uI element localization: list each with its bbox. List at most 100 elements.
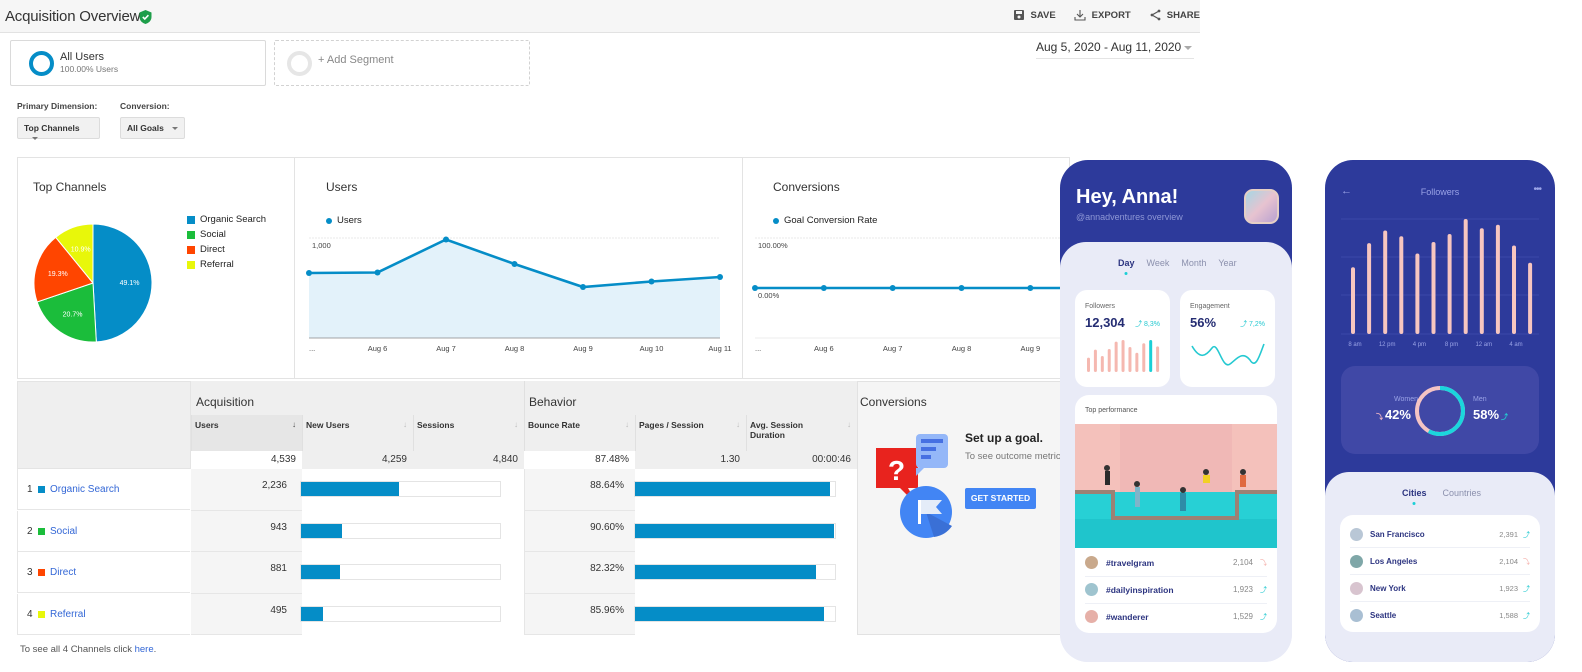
see-all-link[interactable]: here — [135, 644, 154, 655]
data-point[interactable] — [306, 270, 312, 276]
engagement-sparkline — [1191, 343, 1265, 366]
city-row[interactable]: San Francisco 2,391 ⤴ — [1350, 521, 1530, 548]
more-options-icon[interactable]: ••• — [1533, 184, 1541, 195]
top-channels-pie: 49.1% 20.7% 19.3% 10.9% — [33, 223, 153, 343]
city-row[interactable]: Los Angeles 2,104 ⤵ — [1350, 548, 1530, 575]
sort-arrow-icon: ↓ — [847, 420, 851, 429]
location-tab-countries[interactable]: Countries — [1443, 488, 1482, 498]
share-label: SHARE — [1166, 9, 1200, 21]
bounce-rate-fill — [635, 523, 834, 538]
follower-bar[interactable] — [1512, 245, 1516, 334]
report-header: Acquisition Overview SAVE EXPORT SHARE — [0, 0, 1200, 33]
channel-link[interactable]: Social — [50, 526, 77, 537]
get-started-button[interactable]: GET STARTED — [965, 488, 1036, 509]
hashtag-row[interactable]: #wanderer 1,529 ⤴ — [1085, 604, 1267, 631]
city-row[interactable]: New York 1,923 ⤴ — [1350, 575, 1530, 602]
city-row[interactable]: Seattle 1,588 ⤴ — [1350, 602, 1530, 629]
follower-bar[interactable] — [1479, 228, 1484, 334]
add-segment-label: + Add Segment — [318, 54, 394, 66]
followers-screen-title: Followers — [1420, 187, 1460, 197]
see-all-text: To see all 4 Channels click — [20, 644, 135, 655]
mini-bar — [1149, 340, 1153, 372]
channel-link[interactable]: Organic Search — [50, 484, 119, 495]
data-point[interactable] — [648, 278, 655, 285]
follower-bar[interactable] — [1528, 262, 1533, 334]
data-point[interactable] — [1027, 285, 1034, 291]
data-point[interactable] — [820, 285, 827, 291]
conversion-select[interactable]: All Goals — [120, 117, 185, 139]
location-tab-cities[interactable]: Cities — [1402, 488, 1427, 498]
channels-table: Acquisition Behavior Users ↓ 4,539 New User… — [17, 381, 857, 635]
data-point[interactable] — [443, 236, 449, 243]
save-icon — [1013, 10, 1024, 20]
follower-bar[interactable] — [1447, 233, 1452, 334]
mini-bar — [1135, 352, 1139, 372]
pie-legend-item: Social — [187, 229, 226, 240]
column-header-users[interactable]: Users ↓ — [191, 415, 302, 451]
bounce-rate-fill — [635, 565, 816, 579]
period-tab-day[interactable]: Day — [1118, 258, 1135, 268]
share-button[interactable]: SHARE — [1149, 9, 1200, 21]
hashtag-row[interactable]: #dailyinspiration 1,923 ⤴ — [1085, 577, 1267, 604]
period-tab-week[interactable]: Week — [1147, 258, 1170, 268]
follower-bar[interactable] — [1399, 236, 1404, 334]
men-value: 58% ⤴ — [1473, 407, 1508, 422]
x-tick-label: 12 am — [1475, 342, 1492, 348]
save-label: SAVE — [1030, 9, 1056, 21]
sort-arrow-icon: ↓ — [736, 420, 740, 429]
followers-card[interactable]: Followers 12,304 ⤴ 8,3% — [1075, 290, 1170, 387]
follower-bar[interactable] — [1463, 219, 1468, 334]
hashtag-row[interactable]: #travelgram 2,104 ⤵ — [1085, 550, 1267, 577]
avatar[interactable] — [1244, 189, 1279, 224]
channel-link[interactable]: Direct — [50, 567, 76, 578]
x-tick-label: Aug 8 — [952, 344, 972, 353]
date-range-picker[interactable]: Aug 5, 2020 - Aug 11, 2020 — [1036, 40, 1194, 59]
mini-bar — [1087, 357, 1090, 372]
follower-bar[interactable] — [1431, 242, 1436, 334]
hashtag-name: #wanderer — [1106, 612, 1149, 622]
pie-title: Top Channels — [33, 180, 107, 194]
channel-link[interactable]: Referral — [50, 609, 86, 620]
mini-bar — [1121, 340, 1125, 372]
follower-bar[interactable] — [1351, 267, 1355, 334]
svg-text:?: ? — [888, 455, 905, 486]
y-tick-label: 1,000 — [312, 241, 331, 250]
x-tick-label: 4 am — [1509, 342, 1522, 348]
see-all-suffix: . — [153, 644, 157, 655]
segment-all-users[interactable]: All Users 100.00% Users — [10, 40, 266, 86]
city-name: New York — [1370, 584, 1406, 593]
women-value: ⤵ 42% — [1376, 407, 1411, 422]
primary-dimension-select[interactable]: Top Channels — [17, 117, 100, 141]
add-segment-button[interactable]: + Add Segment — [274, 40, 530, 86]
date-range-value: Aug 5, 2020 - Aug 11, 2020 — [1036, 40, 1182, 54]
bounce-rate-fill — [635, 482, 830, 496]
followers-value: 12,304 — [1085, 315, 1125, 330]
legend-label: Goal Conversion Rate — [784, 215, 878, 226]
data-point[interactable] — [717, 274, 723, 280]
conversions-title: Conversions — [860, 395, 927, 409]
trend-up-icon: ⤴ — [1523, 613, 1530, 620]
save-button[interactable]: SAVE — [1013, 9, 1056, 21]
data-point[interactable] — [752, 285, 758, 291]
data-point[interactable] — [580, 284, 586, 290]
column-header-label: New Users — [306, 420, 350, 430]
mini-bar — [1156, 346, 1160, 372]
export-button[interactable]: EXPORT — [1074, 9, 1131, 21]
data-point[interactable] — [374, 269, 381, 276]
trend-up-icon: ⤴ — [1523, 532, 1530, 539]
cities-list: San Francisco 2,391 ⤴ Los Angeles 2,104 ⤵ New … — [1340, 515, 1540, 632]
data-point[interactable] — [889, 285, 896, 291]
verified-shield-icon — [139, 10, 152, 24]
follower-bar[interactable] — [1367, 243, 1372, 334]
period-tab-month[interactable]: Month — [1181, 258, 1206, 268]
goal-description: To see outcome metrics, define one or mo… — [965, 451, 1065, 462]
data-point[interactable] — [958, 285, 965, 291]
follower-bar[interactable] — [1415, 253, 1420, 335]
follower-bar[interactable] — [1495, 224, 1500, 334]
data-point[interactable] — [511, 261, 518, 267]
follower-bar[interactable] — [1383, 230, 1388, 335]
empty-segment-ring-icon — [287, 51, 312, 76]
conversion-value: All Goals — [127, 123, 164, 133]
engagement-card[interactable]: Engagement 56% ⤴ 7,2% — [1180, 290, 1275, 387]
period-tab-year[interactable]: Year — [1218, 258, 1236, 268]
